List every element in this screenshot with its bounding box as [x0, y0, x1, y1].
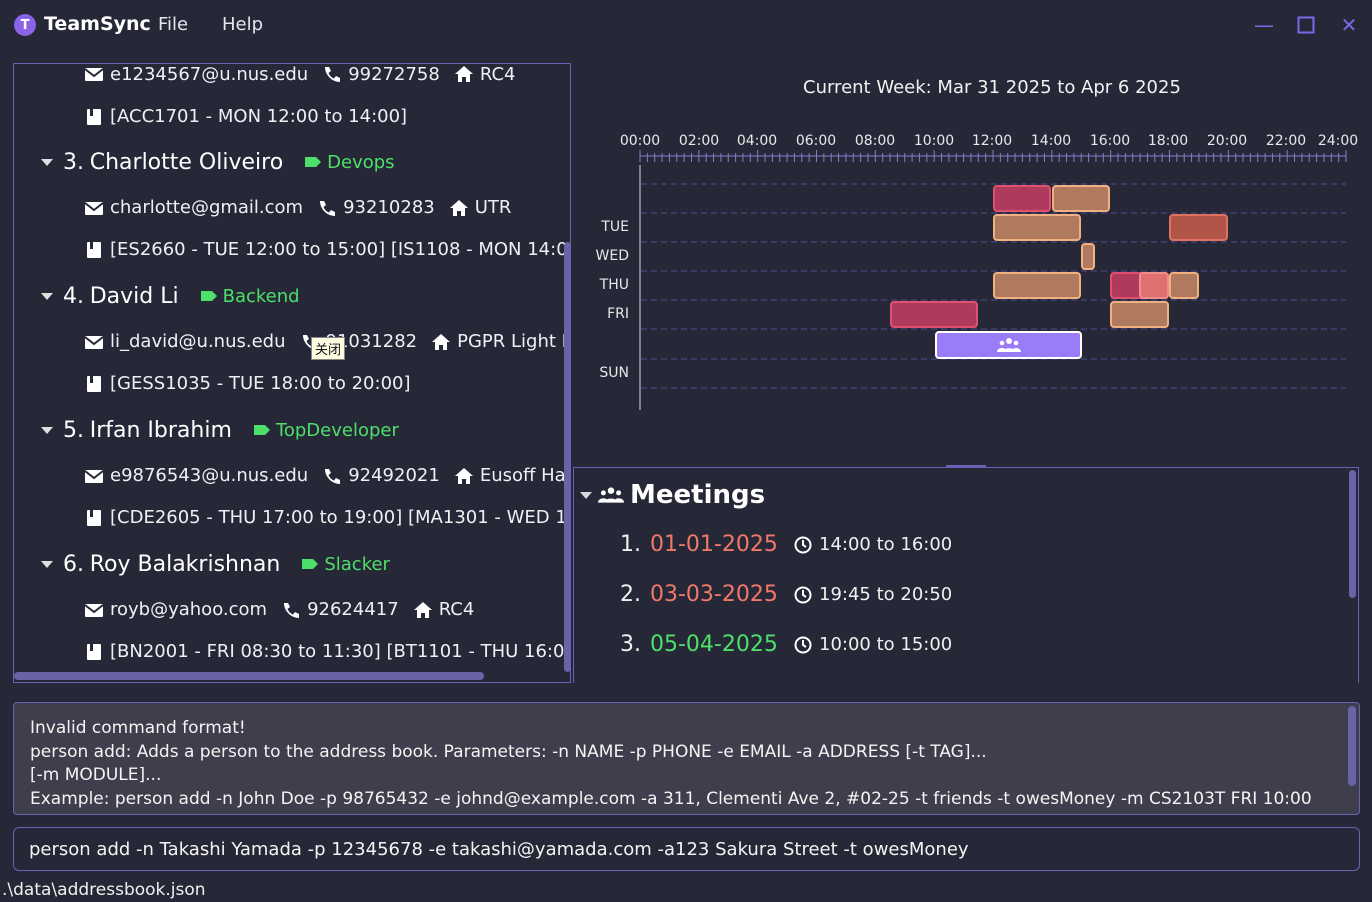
book-icon: [84, 643, 104, 661]
person-address: RC4: [438, 599, 475, 620]
meetings-scrollbar[interactable]: [1349, 470, 1356, 598]
person-modules: [CDE2605 - THU 17:00 to 19:00] [MA1301 -…: [110, 507, 571, 528]
day-label: SUN: [599, 365, 629, 381]
person-header[interactable]: 6. Roy Balakrishnan Slacker: [41, 550, 390, 578]
person-email: royb@yahoo.com: [110, 599, 268, 620]
result-scrollbar[interactable]: [1348, 706, 1356, 786]
collapse-arrow-icon[interactable]: [41, 560, 53, 568]
clock-icon: [793, 636, 813, 654]
meetings-header[interactable]: Meetings: [580, 480, 765, 510]
tag-icon: [300, 555, 319, 573]
status-bar-path: .\data\addressbook.json: [2, 880, 206, 900]
day-label: WED: [595, 248, 629, 264]
meeting-time: 19:45 to 20:50: [819, 584, 953, 605]
schedule-block[interactable]: [993, 214, 1081, 241]
schedule-block[interactable]: [1169, 214, 1228, 241]
schedule-grid: [639, 150, 1347, 410]
schedule-block[interactable]: [993, 272, 1081, 299]
email-icon: [84, 601, 104, 619]
meeting-time: 10:00 to 15:00: [819, 634, 953, 655]
group-icon: [996, 338, 1021, 352]
meeting-date: 03-03-2025: [650, 582, 778, 607]
person-modules: [BN2001 - FRI 08:30 to 11:30] [BT1101 - …: [110, 641, 571, 662]
meeting-index: 2.: [620, 582, 641, 607]
meeting-index: 3.: [620, 632, 641, 657]
schedule-block[interactable]: [1110, 301, 1169, 328]
result-display: Invalid command format! person add: Adds…: [13, 702, 1360, 815]
schedule-block[interactable]: [1139, 272, 1169, 299]
schedule-block[interactable]: [1052, 185, 1110, 212]
command-input[interactable]: [13, 827, 1360, 871]
meetings-title: Meetings: [630, 480, 766, 510]
phone-icon: [281, 601, 301, 619]
meeting-row[interactable]: 1. 01-01-2025 14:00 to 16:00: [620, 532, 952, 557]
person-index: 6.: [63, 551, 84, 577]
person-list-horizontal-scrollbar[interactable]: [14, 672, 484, 680]
clock-icon: [793, 536, 813, 554]
day-label: THU: [599, 277, 629, 293]
meeting-date: 01-01-2025: [650, 532, 778, 557]
book-icon: [84, 509, 104, 527]
schedule-block[interactable]: [1081, 243, 1095, 270]
meeting-row[interactable]: 3. 05-04-2025 10:00 to 15:00: [620, 632, 952, 657]
meeting-date: 05-04-2025: [650, 632, 778, 657]
schedule-block[interactable]: [1169, 272, 1199, 299]
person-phone: 92624417: [307, 599, 399, 620]
schedule-block[interactable]: [993, 185, 1051, 212]
meeting-block[interactable]: [935, 331, 1082, 359]
person-name: Roy Balakrishnan: [89, 551, 281, 577]
meeting-index: 1.: [620, 532, 641, 557]
schedule-block[interactable]: [890, 301, 978, 328]
meeting-time: 14:00 to 16:00: [819, 534, 953, 555]
meeting-row[interactable]: 2. 03-03-2025 19:45 to 20:50: [620, 582, 952, 607]
person-contact-row: royb@yahoo.com 92624417 RC4: [84, 599, 474, 620]
collapse-arrow-icon[interactable]: [580, 491, 592, 499]
day-label: TUE: [601, 219, 629, 235]
group-icon: [598, 487, 624, 503]
person-tag: Slacker: [300, 554, 390, 575]
clock-icon: [793, 586, 813, 604]
day-label: FRI: [607, 306, 629, 322]
person-modules-row: [BN2001 - FRI 08:30 to 11:30] [BT1101 - …: [84, 641, 571, 662]
home-icon: [413, 601, 433, 619]
person-modules-row: [CDE2605 - THU 17:00 to 19:00] [MA1301 -…: [84, 507, 571, 528]
